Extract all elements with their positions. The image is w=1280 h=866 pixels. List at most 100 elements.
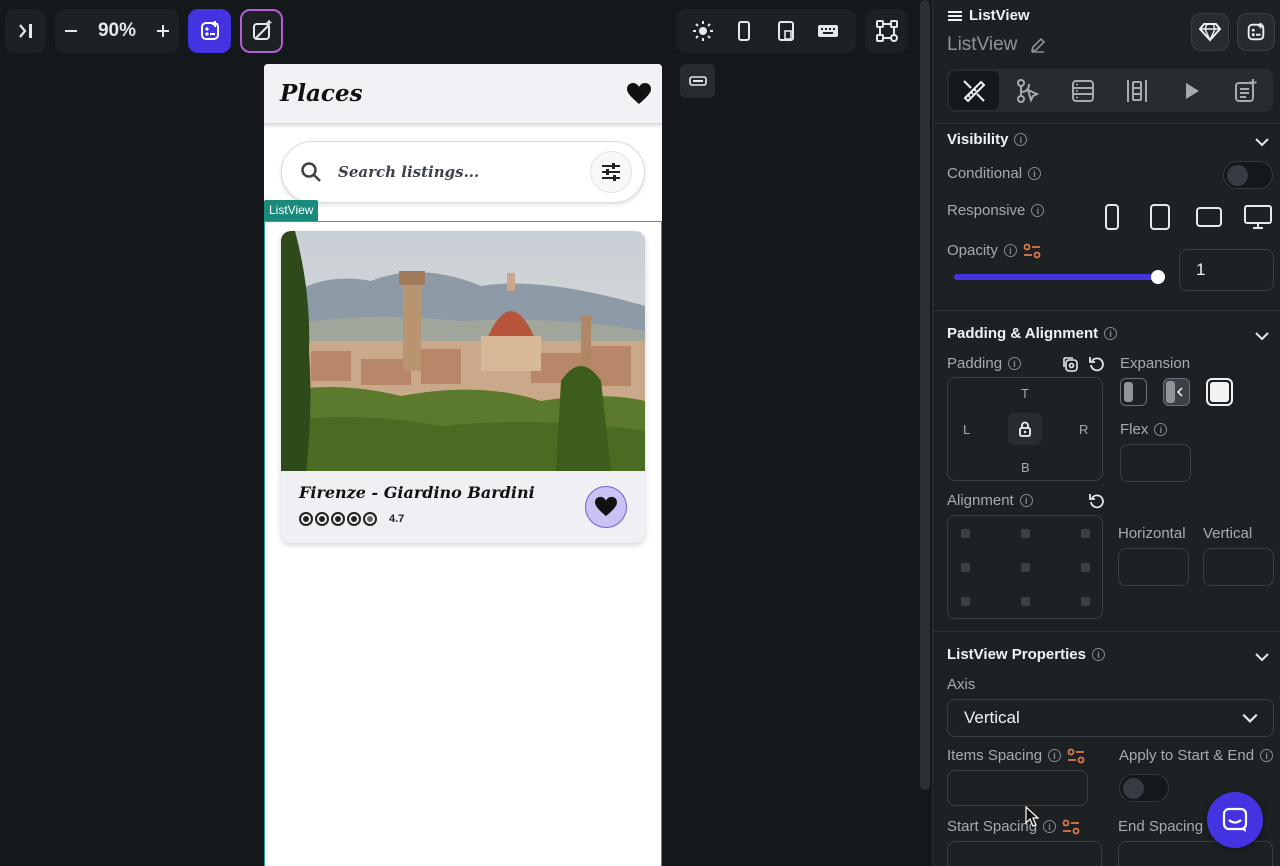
padding-editor[interactable]: T L R B	[947, 377, 1103, 481]
edit-icon[interactable]	[1029, 36, 1047, 54]
support-chat-button[interactable]	[1207, 792, 1263, 848]
add-widget-icon	[1247, 22, 1265, 41]
flex-label: Flex	[1120, 421, 1149, 438]
tab-documentation[interactable]	[1221, 71, 1271, 110]
align-bottom-left[interactable]	[961, 597, 970, 606]
keyboard-icon	[688, 76, 707, 86]
tab-actions[interactable]	[1003, 71, 1053, 110]
info-icon[interactable]: i	[1104, 327, 1118, 340]
expansion-flexible-button[interactable]	[1120, 378, 1147, 406]
align-top-right[interactable]	[1081, 529, 1090, 538]
note-add-icon	[1234, 78, 1257, 102]
reset-icon[interactable]	[1088, 355, 1106, 373]
axis-select[interactable]: Vertical	[947, 699, 1274, 737]
tab-properties[interactable]	[949, 71, 1000, 110]
end-spacing-input[interactable]	[1118, 841, 1273, 866]
opacity-input[interactable]: 1	[1179, 249, 1274, 291]
phone-icon[interactable]	[733, 20, 755, 42]
align-center-right[interactable]	[1081, 563, 1090, 572]
tablet-portrait-icon[interactable]	[1149, 203, 1171, 231]
columns-icon	[1127, 79, 1148, 102]
chevron-down-icon[interactable]	[1254, 134, 1270, 150]
apply-start-end-toggle[interactable]	[1119, 774, 1169, 802]
info-icon[interactable]: i	[1014, 133, 1028, 146]
collapse-panel-button[interactable]	[5, 9, 46, 53]
tab-layout[interactable]	[1112, 71, 1162, 110]
add-widget-button[interactable]	[188, 9, 231, 53]
keyboard-icon[interactable]	[816, 20, 840, 42]
slider-thumb[interactable]	[1150, 270, 1165, 284]
variable-icon[interactable]	[1023, 243, 1041, 259]
tab-backend-query[interactable]	[1058, 71, 1108, 110]
info-icon[interactable]: i	[1028, 167, 1042, 180]
zoom-in-button[interactable]	[155, 23, 171, 39]
visibility-section-header[interactable]: Visibility i	[947, 131, 1028, 148]
expansion-label: Expansion	[1120, 355, 1191, 372]
heart-icon	[595, 496, 617, 517]
section-divider	[933, 123, 1280, 124]
keyboard-toggle-button[interactable]	[680, 64, 715, 98]
align-center[interactable]	[1021, 563, 1030, 572]
chevron-down-icon[interactable]	[1254, 649, 1270, 665]
padding-lock-button[interactable]	[1008, 413, 1042, 445]
vertical-alignment-input[interactable]	[1203, 548, 1274, 586]
alignment-grid[interactable]	[947, 515, 1103, 619]
variable-icon[interactable]	[1067, 748, 1085, 764]
info-icon[interactable]: i	[1048, 749, 1062, 762]
align-top-left[interactable]	[961, 529, 970, 538]
canvas-scrollbar[interactable]	[918, 0, 932, 866]
horizontal-alignment-input[interactable]	[1118, 548, 1189, 586]
add-child-button[interactable]	[1237, 13, 1275, 51]
flex-input[interactable]	[1120, 444, 1191, 482]
padding-bottom-label[interactable]: B	[1021, 460, 1030, 475]
rating-star-icon	[331, 512, 345, 526]
info-icon[interactable]: i	[1154, 423, 1168, 436]
align-top-center[interactable]	[1021, 529, 1030, 538]
listview-section-header[interactable]: ListView Properties i	[947, 646, 1105, 663]
tab-animations[interactable]	[1166, 71, 1216, 110]
phone-icon[interactable]	[1103, 203, 1121, 231]
widget-tree-button[interactable]	[865, 9, 908, 53]
expansion-default-button[interactable]	[1163, 378, 1190, 406]
end-spacing-label: End Spacing	[1118, 818, 1204, 835]
align-center-left[interactable]	[961, 563, 970, 572]
place-card[interactable]: Firenze - Giardino Bardini 4.7	[281, 231, 645, 543]
padding-left-label[interactable]: L	[963, 422, 970, 437]
start-spacing-input[interactable]	[947, 841, 1102, 866]
heart-icon[interactable]	[626, 82, 652, 106]
axis-label: Axis	[947, 676, 976, 693]
widget-name[interactable]: ListView	[947, 34, 1047, 56]
variable-icon[interactable]	[1062, 819, 1080, 835]
tablet-landscape-icon[interactable]	[1195, 205, 1223, 229]
padding-section-header[interactable]: Padding & Alignment i	[947, 325, 1118, 342]
align-bottom-center[interactable]	[1021, 597, 1030, 606]
favorite-button[interactable]	[585, 486, 627, 528]
magic-design-button[interactable]	[240, 9, 283, 53]
chevron-down-icon[interactable]	[1254, 328, 1270, 344]
desktop-icon[interactable]	[1243, 204, 1273, 230]
filter-button[interactable]	[590, 151, 632, 193]
zoom-out-button[interactable]	[63, 23, 79, 39]
search-bar[interactable]: Search listings...	[281, 141, 645, 203]
info-icon[interactable]: i	[1043, 820, 1057, 833]
padding-right-label[interactable]: R	[1079, 422, 1088, 437]
info-icon[interactable]: i	[1003, 244, 1017, 257]
lock-icon	[1019, 421, 1031, 437]
opacity-slider[interactable]	[954, 269, 1165, 285]
info-icon[interactable]: i	[1031, 204, 1045, 217]
expansion-expanded-button[interactable]	[1206, 378, 1233, 406]
align-bottom-right[interactable]	[1081, 597, 1090, 606]
tablet-icon[interactable]	[775, 20, 797, 42]
canvas-area: 90% Places Search listings... Firenze - …	[0, 0, 918, 866]
promote-component-button[interactable]	[1191, 13, 1229, 51]
sun-icon[interactable]	[692, 20, 714, 42]
info-icon[interactable]: i	[1008, 357, 1022, 370]
reset-icon[interactable]	[1088, 492, 1106, 510]
info-icon[interactable]: i	[1260, 749, 1274, 762]
info-icon[interactable]: i	[1091, 648, 1105, 661]
info-icon[interactable]: i	[1019, 494, 1033, 507]
items-spacing-input[interactable]	[947, 770, 1088, 806]
padding-top-label[interactable]: T	[1021, 386, 1029, 401]
conditional-toggle[interactable]	[1223, 161, 1273, 189]
copy-icon[interactable]	[1061, 355, 1079, 373]
